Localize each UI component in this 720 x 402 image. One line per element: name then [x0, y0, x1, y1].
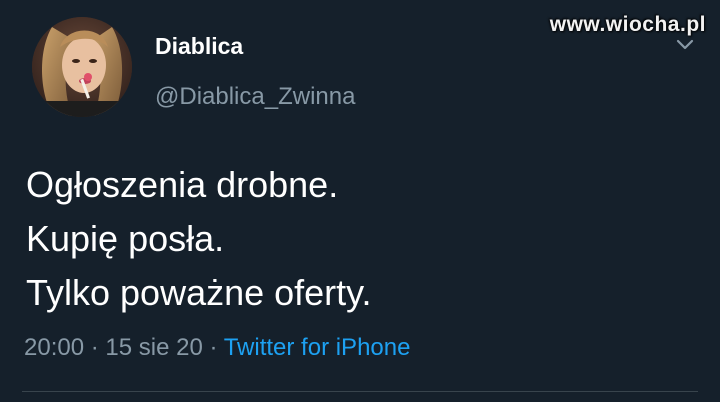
divider [22, 391, 698, 392]
tweet-text-line: Kupię posła. [26, 218, 225, 259]
tweet-text: Ogłoszenia drobne. Kupię posła. Tylko po… [26, 158, 372, 320]
meta-separator: · [84, 334, 106, 361]
tweet-text-line: Tylko poważne oferty. [26, 272, 372, 313]
profile-avatar[interactable] [32, 17, 132, 117]
watermark: www.wiocha.pl [549, 13, 706, 36]
tweet-text-line: Ogłoszenia drobne. [26, 164, 339, 205]
tweet-source-link[interactable]: Twitter for iPhone [224, 334, 411, 361]
tweet-card: Diablica @Diablica_Zwinna www.wiocha.pl … [0, 0, 720, 402]
chevron-down-icon[interactable] [676, 38, 694, 52]
tweet-date[interactable]: 15 sie 20 [105, 334, 202, 361]
meta-separator: · [202, 334, 224, 361]
tweet-metadata: 20:00 · 15 sie 20 · Twitter for iPhone [24, 333, 410, 363]
user-handle[interactable]: @Diablica_Zwinna [155, 83, 355, 111]
user-avatar-photo [32, 17, 132, 117]
tweet-time[interactable]: 20:00 [24, 334, 84, 361]
display-name[interactable]: Diablica [155, 32, 243, 60]
